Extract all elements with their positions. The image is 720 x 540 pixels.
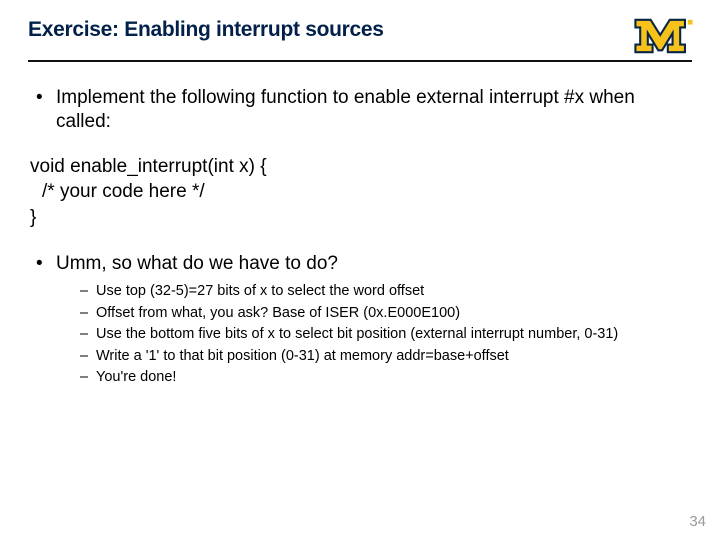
code-line-1: void enable_interrupt(int x) { <box>30 154 692 180</box>
sub-bullet-list: Use top (32-5)=27 bits of x to select th… <box>56 282 692 388</box>
bullet-question: Umm, so what do we have to do? Use top (… <box>36 252 692 388</box>
sub-bullet-5: You're done! <box>80 368 692 388</box>
code-line-3: } <box>30 205 692 231</box>
slide-title: Exercise: Enabling interrupt sources <box>28 18 384 42</box>
slide: Exercise: Enabling interrupt sources Imp… <box>0 0 720 540</box>
bullet-list-1: Implement the following function to enab… <box>28 86 692 134</box>
slide-header: Exercise: Enabling interrupt sources <box>28 18 692 56</box>
block-m-logo <box>632 16 696 56</box>
code-line-2: /* your code here */ <box>30 179 692 205</box>
bullet-question-text: Umm, so what do we have to do? <box>56 253 338 274</box>
code-block: void enable_interrupt(int x) { /* your c… <box>30 154 692 231</box>
page-number: 34 <box>689 513 706 530</box>
slide-body: Implement the following function to enab… <box>28 62 692 388</box>
sub-bullet-2: Offset from what, you ask? Base of ISER … <box>80 304 692 324</box>
bullet-implement: Implement the following function to enab… <box>36 86 692 134</box>
sub-bullet-3: Use the bottom five bits of x to select … <box>80 325 692 345</box>
sub-bullet-1: Use top (32-5)=27 bits of x to select th… <box>80 282 692 302</box>
bullet-list-2: Umm, so what do we have to do? Use top (… <box>28 252 692 388</box>
sub-bullet-4: Write a '1' to that bit position (0-31) … <box>80 347 692 367</box>
